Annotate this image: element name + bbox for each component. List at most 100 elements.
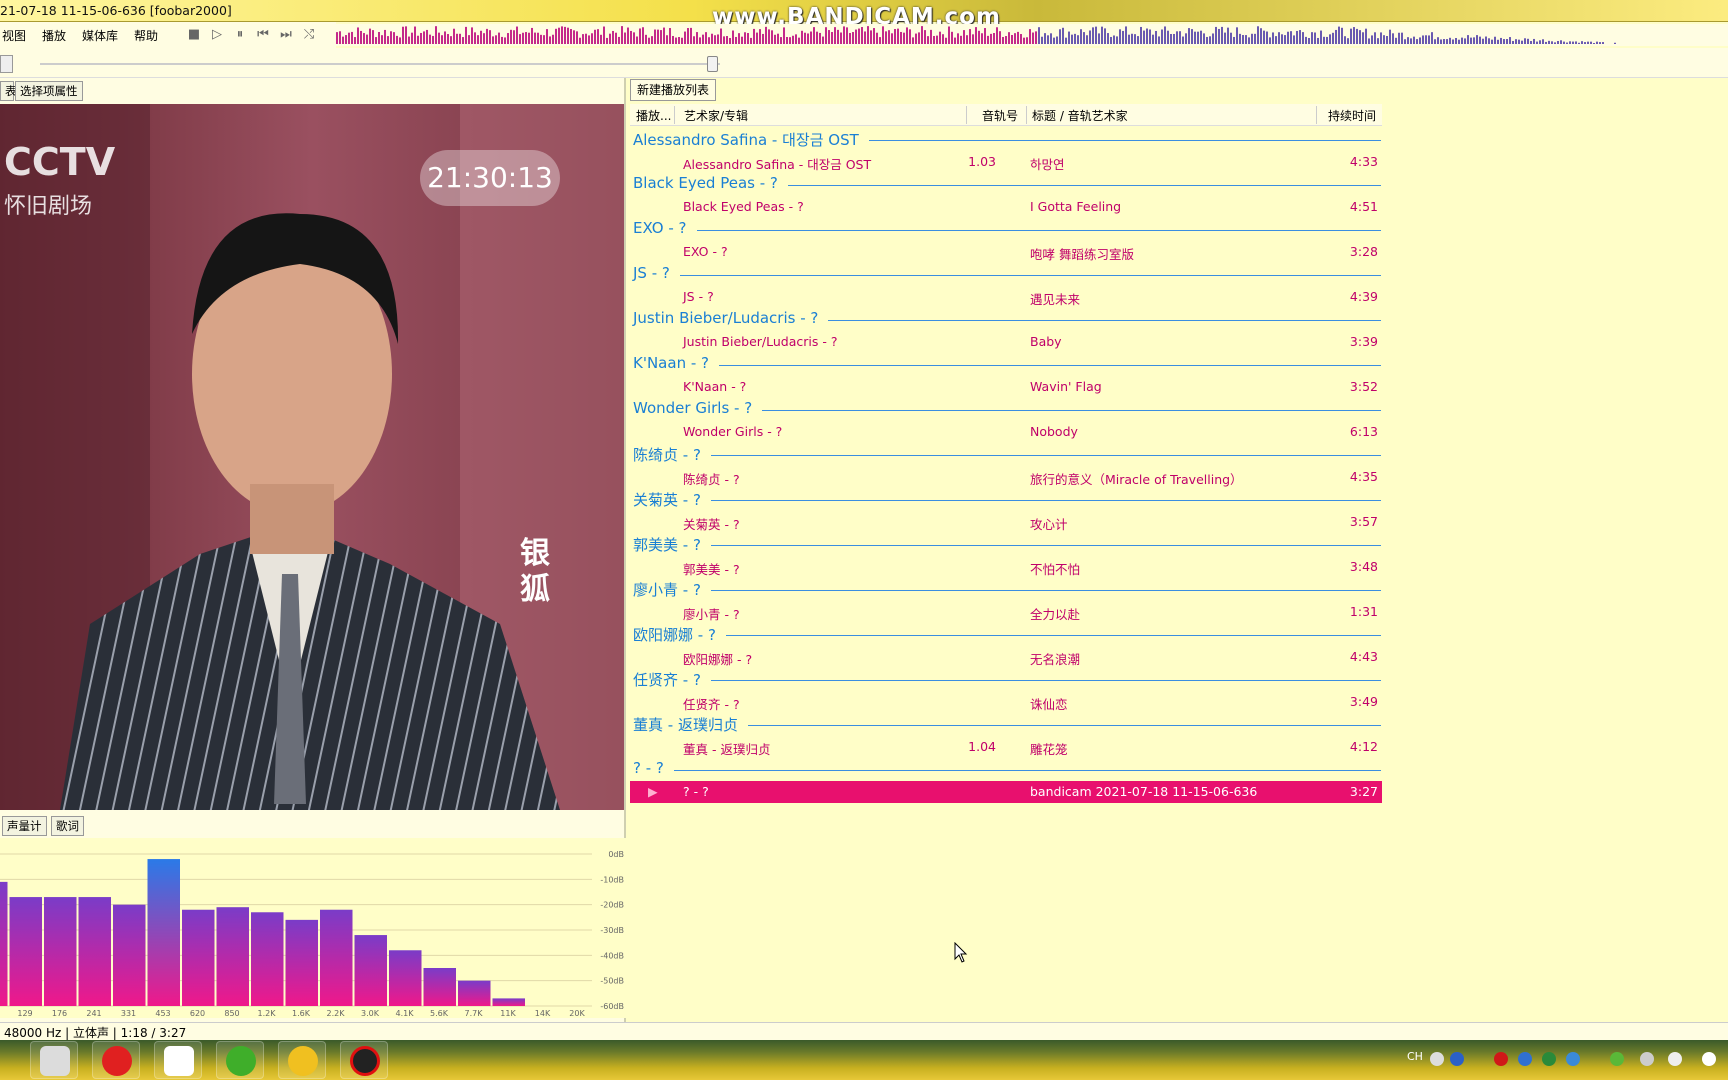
track-row[interactable]: 关菊英 - ? 攻心计 3:57 xyxy=(630,511,1382,533)
waveform-bar xyxy=(930,29,932,44)
stop-button[interactable]: ■ xyxy=(184,24,204,46)
group-header[interactable]: Justin Bieber/Ludacris - ? xyxy=(633,309,1381,331)
column-playing[interactable]: 播放... xyxy=(636,107,671,124)
waveform-bar xyxy=(1593,42,1595,44)
taskbar-app-4[interactable] xyxy=(216,1041,264,1079)
track-row-playing[interactable]: ▶? - ? bandicam 2021-07-18 11-15-06-636 3:… xyxy=(630,781,1382,803)
waveform-bar xyxy=(1380,32,1382,44)
waveform-bar xyxy=(1035,31,1037,44)
previous-button[interactable]: ⏮ xyxy=(253,24,273,46)
next-button[interactable]: ⏭ xyxy=(276,24,296,46)
group-header[interactable]: 廖小青 - ? xyxy=(633,579,1381,601)
taskbar-app-2[interactable] xyxy=(92,1041,140,1079)
track-row[interactable]: Black Eyed Peas - ? I Gotta Feeling 4:51 xyxy=(630,196,1382,218)
column-separator[interactable] xyxy=(674,106,675,124)
volume-handle[interactable] xyxy=(0,55,13,73)
track-row[interactable]: JS - ? 遇见未来 4:39 xyxy=(630,286,1382,308)
column-separator[interactable] xyxy=(966,106,967,124)
track-row[interactable]: Justin Bieber/Ludacris - ? Baby 3:39 xyxy=(630,331,1382,353)
waveform-bar xyxy=(1077,35,1079,44)
waveform-bar xyxy=(1248,37,1250,44)
column-duration[interactable]: 持续时间 xyxy=(1328,107,1376,124)
fox-icon xyxy=(40,1046,70,1076)
waveform-bar xyxy=(1209,36,1211,44)
record-tray-icon[interactable] xyxy=(1494,1052,1508,1066)
play-button[interactable]: ▷ xyxy=(207,24,227,46)
waveform-bar xyxy=(576,31,578,44)
group-header[interactable]: 关菊英 - ? xyxy=(633,489,1381,511)
waveform-bar xyxy=(1614,42,1616,44)
random-button[interactable]: ⤭ xyxy=(299,24,319,46)
waveform-bar xyxy=(1269,37,1271,44)
group-header[interactable]: JS - ? xyxy=(633,264,1381,286)
waveform-bar xyxy=(1401,32,1403,44)
taskbar-app-6[interactable] xyxy=(340,1041,388,1079)
tab-vu-meter[interactable]: 声量计 xyxy=(2,816,47,836)
power-icon[interactable] xyxy=(1640,1052,1654,1066)
taskbar-app-3[interactable] xyxy=(154,1041,202,1079)
waveform-bar xyxy=(1551,41,1553,44)
network-icon[interactable] xyxy=(1566,1052,1580,1066)
waveform-bar xyxy=(672,35,674,44)
group-header[interactable]: ? - ? xyxy=(633,759,1381,781)
waveform-bar xyxy=(1053,37,1055,44)
pause-button[interactable]: ⏸ xyxy=(230,24,250,46)
seek-bar[interactable] xyxy=(40,63,720,65)
track-row[interactable]: 郭美美 - ? 不怕不怕 3:48 xyxy=(630,556,1382,578)
track-row[interactable]: 廖小青 - ? 全力以赴 1:31 xyxy=(630,601,1382,623)
group-header[interactable]: EXO - ? xyxy=(633,219,1381,241)
tab-selection-properties[interactable]: 选择项属性 xyxy=(15,81,83,101)
notification-icon[interactable] xyxy=(1702,1052,1716,1066)
tab-lyrics[interactable]: 歌词 xyxy=(51,816,84,836)
waveform-bar xyxy=(951,31,953,44)
waveform-bar xyxy=(1461,37,1463,44)
help-icon[interactable] xyxy=(1450,1052,1464,1066)
track-row[interactable]: 欧阳娜娜 - ? 无名浪潮 4:43 xyxy=(630,646,1382,668)
keyboard-icon[interactable] xyxy=(1430,1052,1444,1066)
track-title: 无名浪潮 xyxy=(1030,652,1081,667)
volume-icon[interactable] xyxy=(1668,1052,1682,1066)
column-track-number[interactable]: 音轨号 xyxy=(982,107,1018,124)
taskbar-app-1[interactable] xyxy=(30,1041,78,1079)
group-header[interactable]: Alessandro Safina - 대장금 OST xyxy=(633,129,1381,151)
group-header[interactable]: K'Naan - ? xyxy=(633,354,1381,376)
tab-list[interactable]: 表 xyxy=(0,81,17,101)
waveform-bar xyxy=(483,33,485,44)
waveform-bar xyxy=(1122,30,1124,44)
taskbar-app-5[interactable] xyxy=(278,1041,326,1079)
group-header[interactable]: 董真 - 返璞归贞 xyxy=(633,714,1381,736)
track-row[interactable]: 董真 - 返璞归贞 1.04 雕花笼 4:12 xyxy=(630,736,1382,758)
spectrum-svg: 0dB -10dB -20dB -30dB -40dB -50dB -60dB 129 176 2… xyxy=(0,850,624,1018)
menu-playback[interactable]: 播放 xyxy=(42,27,66,44)
input-language[interactable]: CH xyxy=(1407,1050,1423,1063)
green-tray-icon[interactable] xyxy=(1610,1052,1624,1066)
track-row[interactable]: 陈绮贞 - ? 旅行的意义（Miracle of Travelling） 4:35 xyxy=(630,466,1382,488)
k-tray-icon[interactable] xyxy=(1518,1052,1532,1066)
group-header[interactable]: 陈绮贞 - ? xyxy=(633,444,1381,466)
spectrum-bar xyxy=(216,907,249,1006)
track-row[interactable]: 任贤齐 - ? 诛仙恋 3:49 xyxy=(630,691,1382,713)
track-row[interactable]: K'Naan - ? Wavin' Flag 3:52 xyxy=(630,376,1382,398)
waveform-bar xyxy=(1518,39,1520,44)
column-artist-album[interactable]: 艺术家/专辑 xyxy=(684,107,748,124)
menu-view[interactable]: 视图 xyxy=(2,27,26,44)
seek-thumb[interactable] xyxy=(707,56,718,72)
menu-library[interactable]: 媒体库 xyxy=(82,27,118,44)
group-header[interactable]: Black Eyed Peas - ? xyxy=(633,174,1381,196)
shield-icon[interactable] xyxy=(1542,1052,1556,1066)
waveform-bar xyxy=(1578,42,1580,44)
column-separator[interactable] xyxy=(1026,106,1027,124)
playlist-tab[interactable]: 新建播放列表 xyxy=(630,79,717,101)
track-row[interactable]: Alessandro Safina - 대장금 OST 1.03 하망연 4:33 xyxy=(630,151,1382,173)
waveform-bar xyxy=(822,36,824,44)
column-separator[interactable] xyxy=(1316,106,1317,124)
group-header[interactable]: Wonder Girls - ? xyxy=(633,399,1381,421)
track-row[interactable]: Wonder Girls - ? Nobody 6:13 xyxy=(630,421,1382,443)
group-header[interactable]: 郭美美 - ? xyxy=(633,534,1381,556)
track-row[interactable]: EXO - ? 咆哮 舞蹈练习室版 3:28 xyxy=(630,241,1382,263)
group-header[interactable]: 欧阳娜娜 - ? xyxy=(633,624,1381,646)
track-title: Nobody xyxy=(1030,424,1078,439)
menu-help[interactable]: 帮助 xyxy=(134,27,158,44)
column-title-artist[interactable]: 标题 / 音轨艺术家 xyxy=(1032,107,1128,124)
group-header[interactable]: 任贤齐 - ? xyxy=(633,669,1381,691)
